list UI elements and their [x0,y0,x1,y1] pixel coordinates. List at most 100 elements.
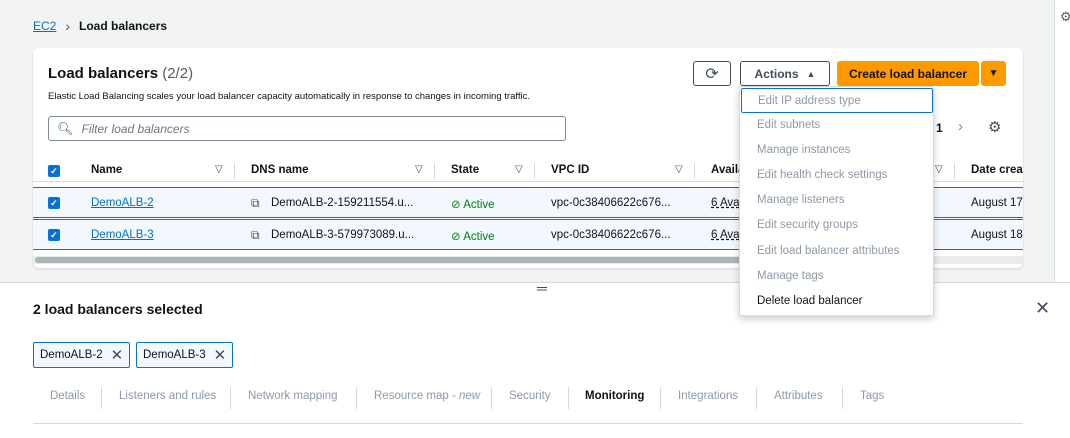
chevron-right-icon: › [65,18,71,34]
selected-token: DemoALB-3 ✕ [136,342,234,368]
tab-divider [101,387,102,409]
gear-icon[interactable]: ⚙ [1060,9,1070,25]
select-all-checkbox[interactable]: ✓ [48,165,60,177]
column-divider[interactable] [534,163,535,179]
copy-icon[interactable]: ⧉ [251,196,260,211]
details-tabs: Details Listeners and rules Network mapp… [33,387,1023,409]
tab-network-mapping[interactable]: Network mapping [248,390,337,402]
close-icon[interactable]: ✕ [111,346,124,364]
sort-icon[interactable]: ▽ [675,164,683,175]
table-description: Elastic Load Balancing scales your load … [48,91,530,102]
right-panel-strip: ⚙ [1054,0,1070,282]
menu-item-edit-security-groups[interactable]: Edit security groups [741,213,933,238]
tab-tags[interactable]: Tags [860,390,884,402]
menu-item-edit-subnets[interactable]: Edit subnets [741,113,933,138]
row-vpc: vpc-0c38406622c676... [551,229,671,241]
column-divider[interactable] [234,163,235,179]
sort-icon[interactable]: ▽ [415,164,423,175]
row-name-link[interactable]: DemoALB-3 [91,229,154,241]
menu-item-edit-ip-address-type[interactable]: Edit IP address type [741,88,933,113]
refresh-button[interactable]: ⟳ [693,61,731,86]
row-dns: DemoALB-2-159211554.u... [271,197,414,209]
sort-icon[interactable]: ▽ [515,164,523,175]
chevron-right-icon[interactable]: › [958,118,963,135]
column-divider[interactable] [434,163,435,179]
row-checkbox[interactable]: ✓ [48,229,60,241]
tab-security[interactable]: Security [509,390,551,402]
page-title: Load balancers (2/2) [48,65,193,82]
tab-attributes[interactable]: Attributes [774,390,823,402]
tab-details[interactable]: Details [50,390,85,402]
gear-icon[interactable]: ⚙ [988,118,1001,136]
selection-count: (2/2) [162,65,194,82]
column-header-date[interactable]: Date creat [971,164,1023,176]
create-load-balancer-button[interactable]: Create load balancer [837,61,979,86]
create-dropdown-button[interactable]: ▼ [981,61,1006,86]
menu-item-manage-tags[interactable]: Manage tags [741,264,933,289]
row-checkbox[interactable]: ✓ [48,197,60,209]
page-number[interactable]: 1 [936,121,943,135]
resize-handle-icon[interactable]: ═ [537,280,547,296]
actions-button-label: Actions [754,66,799,81]
actions-menu: Edit IP address type Edit subnets Manage… [739,86,934,316]
tab-divider [660,387,661,409]
filter-field[interactable]: 🔍︎ [48,116,566,141]
menu-item-manage-listeners[interactable]: Manage listeners [741,188,933,213]
status-success-icon: ⊘ [451,231,461,243]
selected-token: DemoALB-2 ✕ [33,342,131,368]
token-label: DemoALB-3 [143,349,206,361]
tab-integrations[interactable]: Integrations [678,390,738,402]
status-success-icon: ⊘ [451,199,461,211]
tab-divider [756,387,757,409]
column-divider[interactable] [954,163,955,179]
row-vpc: vpc-0c38406622c676... [551,197,671,209]
row-availability[interactable]: 6 Ava [711,197,740,209]
row-name-link[interactable]: DemoALB-2 [91,197,154,209]
table-title: Load balancers [48,65,159,82]
breadcrumb-ec2-link[interactable]: EC2 [33,19,56,33]
tab-divider [842,387,843,409]
column-header-vpc[interactable]: VPC ID [551,164,589,176]
column-header-dns[interactable]: DNS name [251,164,309,176]
row-state: ⊘ Active [451,229,495,243]
tab-monitoring[interactable]: Monitoring [585,390,644,402]
caret-up-icon: ▲ [806,68,816,79]
tab-resource-map-label: Resource map [374,390,449,402]
filter-input[interactable] [81,121,522,136]
row-date: August 17 [971,197,1023,209]
caret-down-icon: ▼ [988,68,999,79]
column-header-state[interactable]: State [451,164,479,176]
row-state-label: Active [463,231,495,243]
sort-icon[interactable]: ▽ [215,164,223,175]
close-icon[interactable]: ✕ [1035,298,1050,319]
menu-item-edit-health-check-settings[interactable]: Edit health check settings [741,163,933,188]
column-divider[interactable] [694,163,695,179]
search-icon: 🔍︎ [57,120,74,136]
tabs-underline [33,423,1023,424]
column-header-name[interactable]: Name [91,164,122,176]
row-state-label: Active [463,199,495,211]
tab-listeners-and-rules[interactable]: Listeners and rules [119,390,216,402]
row-state: ⊘ Active [451,197,495,211]
breadcrumb: EC2 › Load balancers [33,18,167,34]
copy-icon[interactable]: ⧉ [251,228,260,243]
breadcrumb-current: Load balancers [79,19,168,33]
tab-new-suffix: - new [448,390,481,402]
row-date: August 18 [971,229,1023,241]
menu-item-manage-instances[interactable]: Manage instances [741,138,933,163]
menu-item-delete-load-balancer[interactable]: Delete load balancer [741,289,933,314]
tab-resource-map[interactable]: Resource map - new [374,390,480,402]
actions-button[interactable]: Actions ▲ [740,61,830,86]
menu-item-edit-load-balancer-attributes[interactable]: Edit load balancer attributes [741,239,933,264]
tab-divider [568,387,569,409]
sort-icon[interactable]: ▽ [935,164,943,175]
refresh-icon: ⟳ [705,65,719,83]
tab-divider [230,387,231,409]
tab-divider [356,387,357,409]
tab-divider [491,387,492,409]
row-availability[interactable]: 6 Ava [711,229,740,241]
row-dns: DemoALB-3-579973089.u... [271,229,415,241]
close-icon[interactable]: ✕ [214,346,227,364]
details-title: 2 load balancers selected [33,301,203,317]
token-label: DemoALB-2 [40,349,103,361]
